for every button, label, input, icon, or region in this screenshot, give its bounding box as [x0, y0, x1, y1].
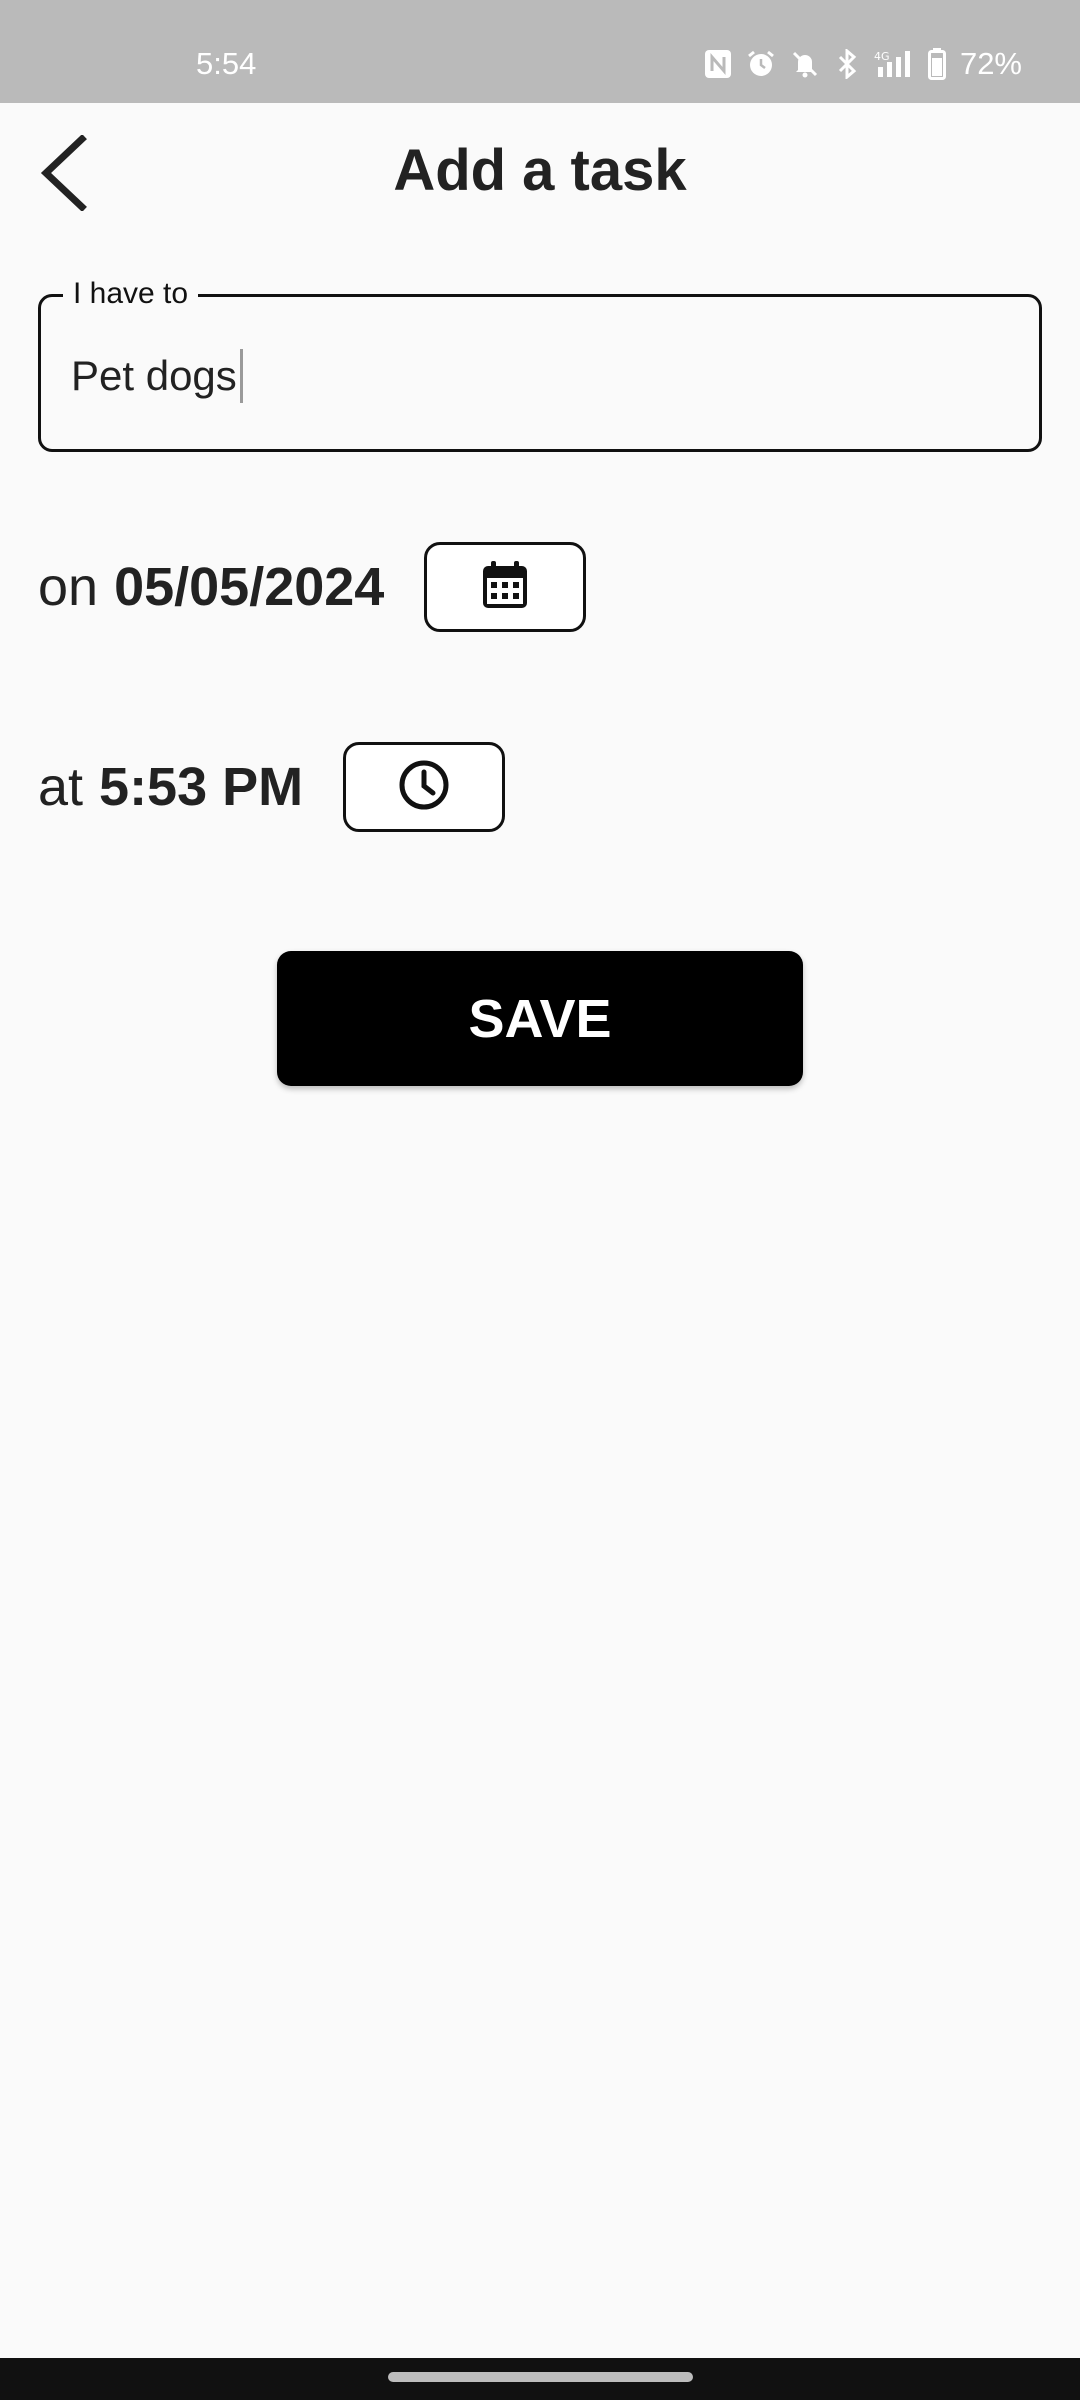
status-icons: 4G 72% [704, 44, 1022, 84]
calendar-icon [481, 560, 529, 615]
date-picker-button[interactable] [424, 542, 587, 632]
time-row: at 5:53 PM [38, 740, 506, 834]
time-prefix: at [38, 757, 84, 817]
app-bar: Add a task [0, 103, 1080, 243]
task-input-value-wrap[interactable]: Pet dogs [71, 349, 243, 403]
date-value: 05/05/2024 [114, 557, 385, 617]
task-input[interactable]: I have to Pet dogs [38, 277, 1042, 452]
mute-icon [790, 49, 820, 79]
task-input-label: I have to [63, 277, 199, 311]
svg-text:4G: 4G [874, 50, 890, 63]
page-title: Add a task [393, 138, 687, 203]
date-row: on 05/05/2024 [38, 540, 587, 634]
status-time: 5:54 [196, 46, 257, 81]
task-input-value[interactable]: Pet dogs [71, 352, 237, 400]
status-bar: 5:54 4G 72% [0, 0, 1080, 103]
bluetooth-icon [834, 49, 860, 79]
save-button[interactable]: SAVE [277, 951, 803, 1086]
time-picker-button[interactable] [343, 742, 506, 832]
text-caret [239, 349, 243, 403]
nfc-icon [704, 49, 732, 79]
clock-icon [398, 759, 450, 816]
signal-4g-icon: 4G [874, 49, 914, 79]
battery-icon [927, 48, 946, 80]
alarm-icon [746, 49, 776, 79]
time-value: 5:53 PM [99, 757, 304, 817]
battery-percentage: 72% [959, 46, 1022, 81]
home-gesture-handle[interactable] [388, 2372, 693, 2382]
date-prefix: on [38, 557, 99, 617]
navigation-bar [0, 2358, 1080, 2400]
